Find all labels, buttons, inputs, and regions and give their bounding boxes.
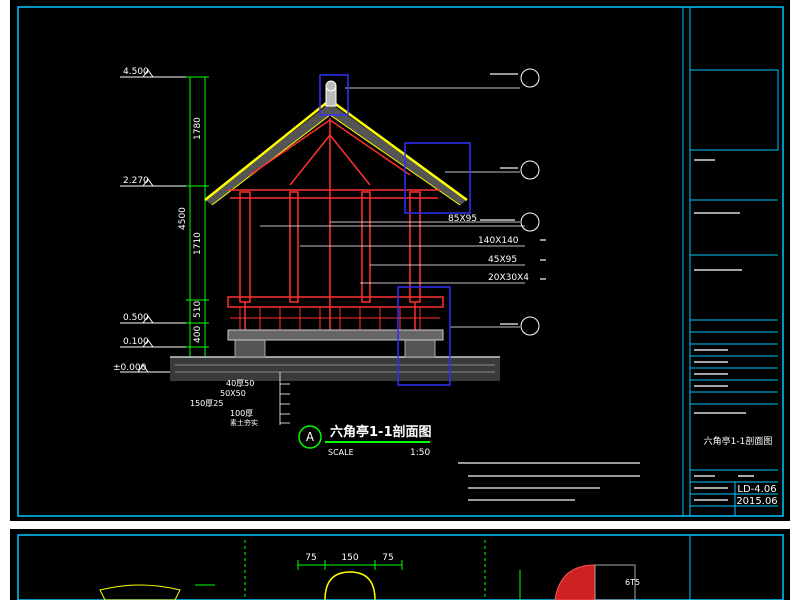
cad-drawing-sheet: 六角亭1-1剖面图 LD-4.06 2015.06 4.500 2.270 0.…: [0, 0, 800, 601]
section-label-85x95: 85X95: [448, 214, 477, 224]
section-label-45x95: 45X95: [488, 255, 517, 265]
layer-label-3: 150厚25: [190, 399, 223, 408]
layer-label-5: 素土夯实: [230, 418, 258, 427]
dim-400: 400: [193, 326, 203, 343]
layer-label-2: 50X50: [220, 389, 246, 398]
scale-label: SCALE: [328, 448, 354, 457]
title-badge: A: [306, 430, 315, 444]
bottom-dim-75-left: 75: [305, 553, 316, 563]
dim-1710: 1710: [193, 232, 203, 255]
title-block-date: 2015.06: [736, 496, 777, 507]
bottom-dim-75-right: 75: [382, 553, 393, 563]
section-label-20x30x4: 20X30X4: [488, 273, 529, 283]
elevation-0000: ±0.000: [113, 363, 147, 373]
elevation-2270: 2.270: [123, 176, 149, 186]
elevation-0500: 0.500: [123, 313, 149, 323]
elevation-0100: 0.100: [123, 337, 149, 347]
layer-label-1: 40厚50: [226, 379, 254, 388]
elevation-4500: 4.500: [123, 67, 149, 77]
bottom-dim-150: 150: [341, 553, 358, 563]
layer-label-4: 100厚: [230, 409, 253, 418]
dim-4500: 4500: [178, 207, 188, 230]
bottom-label-6t5: 6T5: [625, 578, 640, 587]
section-label-140x140: 140X140: [478, 236, 519, 246]
title-block-drawing-no: LD-4.06: [737, 484, 776, 495]
scale-value: 1:50: [410, 448, 430, 458]
dim-510: 510: [193, 301, 203, 318]
dim-1780: 1780: [193, 117, 203, 140]
title-text: 六角亭1-1剖面图: [330, 424, 432, 440]
title-block-drawing-name: 六角亭1-1剖面图: [704, 435, 773, 447]
